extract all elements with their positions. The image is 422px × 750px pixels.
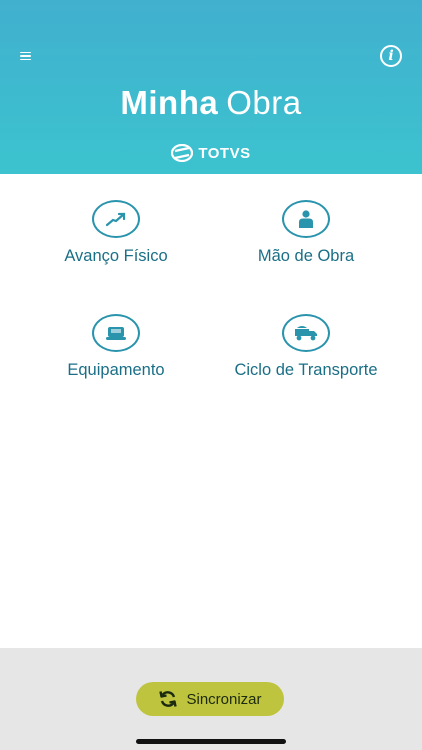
tile-label: Ciclo de Transporte	[234, 361, 378, 379]
tile-avanco-fisico[interactable]: Avanço Físico	[16, 200, 216, 266]
brand-name: TOTVS	[198, 144, 251, 162]
tile-label: Equipamento	[67, 361, 165, 379]
info-icon[interactable]: i	[380, 45, 402, 67]
home-indicator	[136, 739, 286, 744]
totvs-logo-icon	[171, 144, 194, 162]
dump-truck-icon	[282, 314, 330, 352]
title-bold: Minha	[120, 84, 219, 121]
trend-arrow-icon	[92, 200, 140, 238]
tile-ciclo-de-transporte[interactable]: Ciclo de Transporte	[206, 314, 406, 380]
brand-logo: TOTVS	[0, 144, 422, 162]
tile-label: Mão de Obra	[257, 247, 355, 265]
title-light: Obra	[226, 84, 302, 121]
page-title: Minha Obra	[0, 84, 422, 122]
sync-button[interactable]: Sincronizar	[136, 682, 284, 716]
refresh-icon	[159, 691, 178, 707]
sync-label: Sincronizar	[186, 690, 262, 708]
worker-icon	[282, 200, 330, 238]
hamburger-menu-icon[interactable]	[20, 49, 36, 63]
machine-icon	[92, 314, 140, 352]
app-header: i Minha Obra TOTVS	[0, 0, 422, 174]
tile-equipamento[interactable]: Equipamento	[16, 314, 216, 380]
tile-mao-de-obra[interactable]: Mão de Obra	[206, 200, 406, 266]
tile-label: Avanço Físico	[64, 247, 168, 265]
